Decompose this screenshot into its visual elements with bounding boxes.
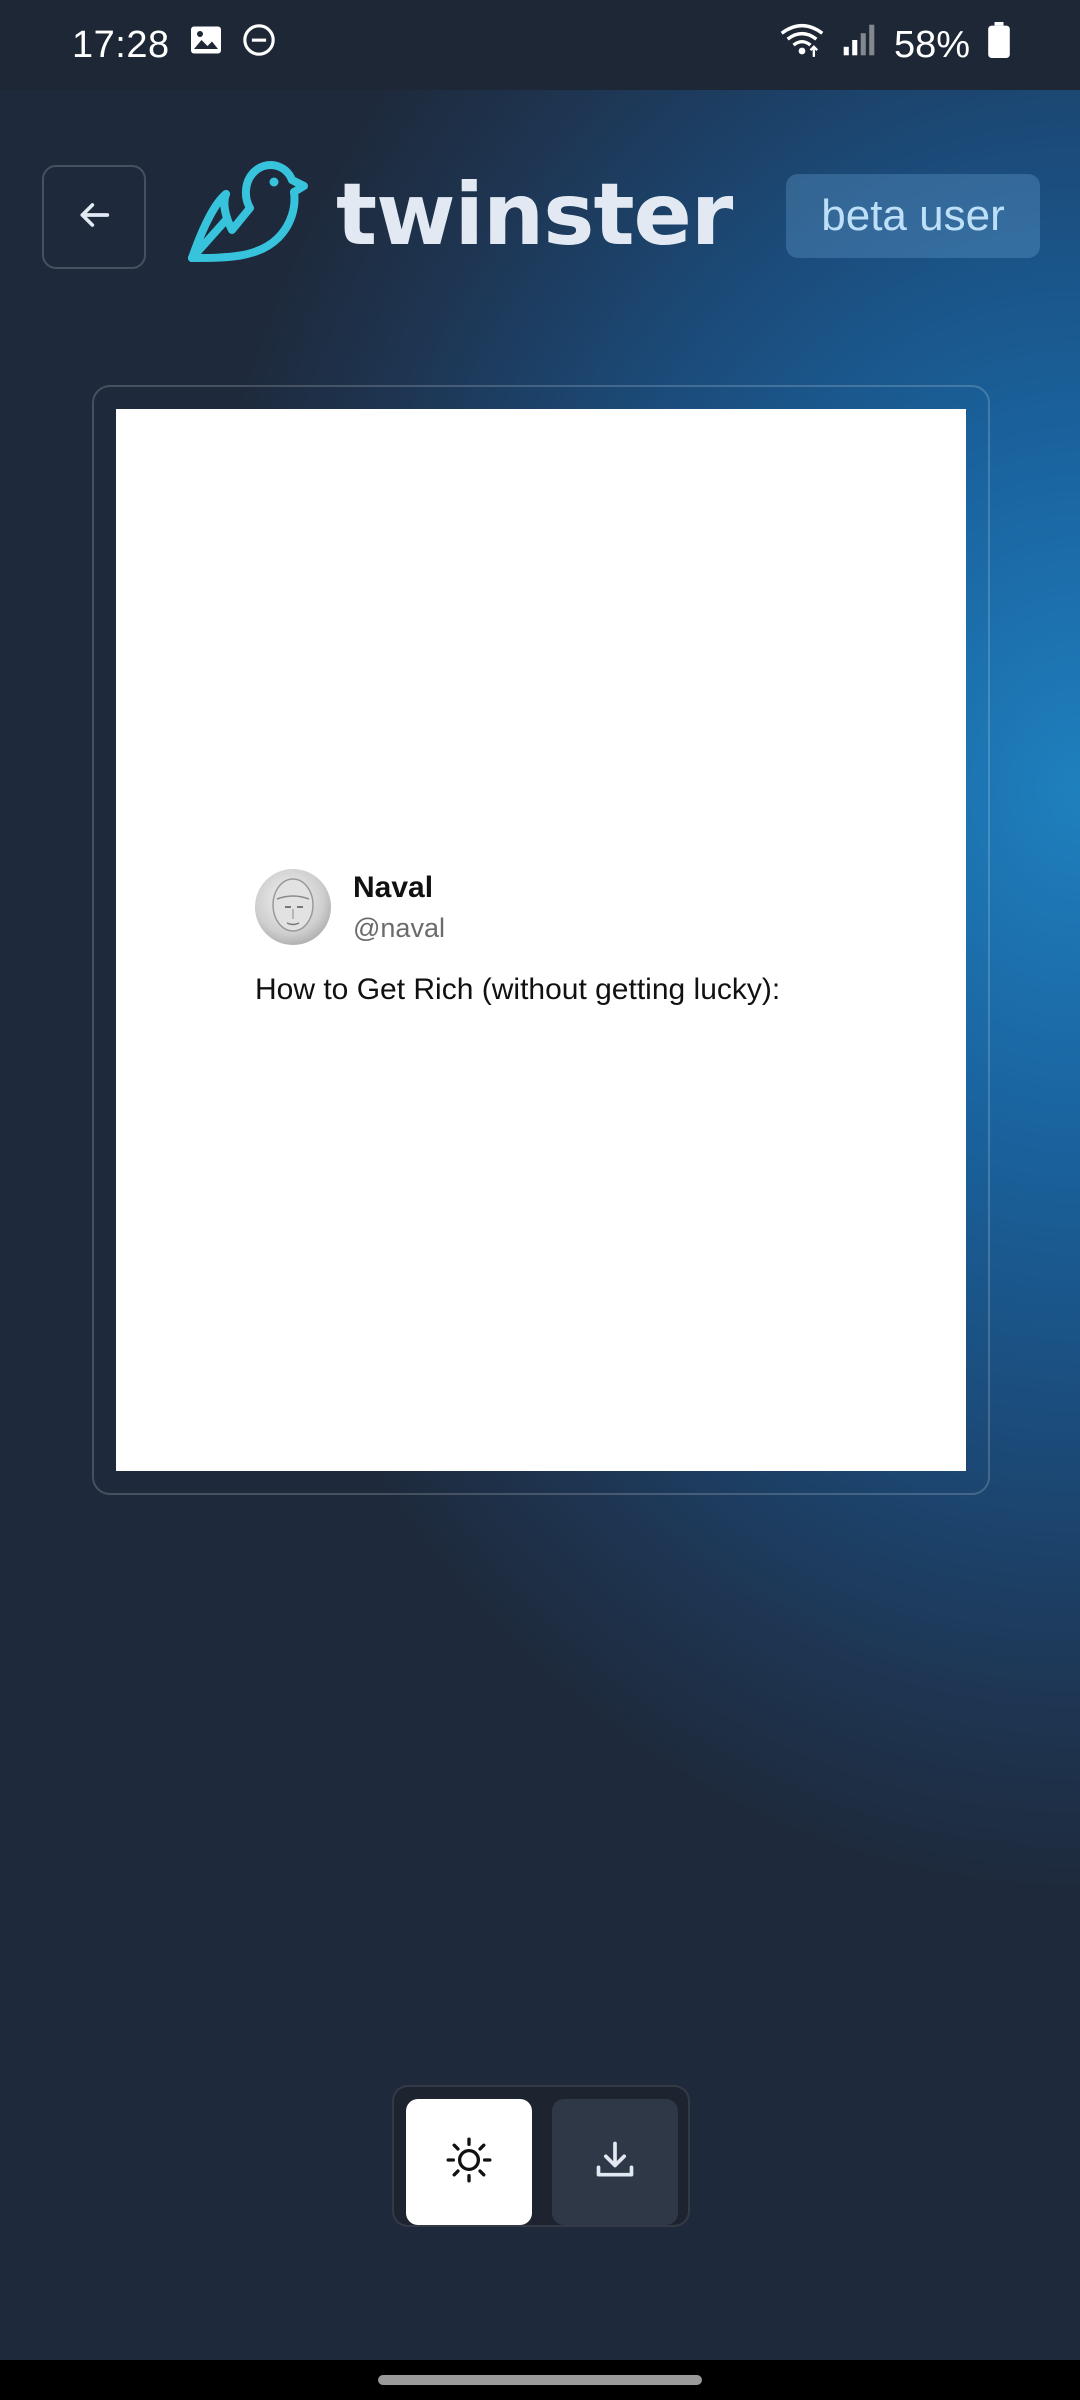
- preview-controls: [392, 2085, 690, 2227]
- author-name: Naval: [353, 870, 434, 904]
- wifi-icon: [780, 22, 824, 68]
- battery-percent: 58%: [893, 23, 970, 66]
- home-indicator[interactable]: [378, 2375, 702, 2385]
- status-time: 17:28: [72, 23, 170, 66]
- avatar: [255, 869, 331, 945]
- beta-user-badge[interactable]: beta user: [786, 174, 1040, 258]
- bird-icon: [186, 158, 310, 273]
- tweet-card: Naval @naval How to Get Rich (without ge…: [116, 409, 966, 1471]
- app-container: twinster beta user Naval @naval How to G…: [0, 90, 1080, 2360]
- tweet-header: Naval @naval: [255, 869, 895, 945]
- arrow-left-icon: [74, 195, 114, 240]
- system-navigation-bar: [0, 2360, 1080, 2400]
- tweet-text: How to Get Rich (without getting lucky):: [255, 973, 781, 1006]
- battery-icon: [988, 22, 1010, 68]
- back-button[interactable]: [42, 165, 146, 269]
- gallery-icon: [188, 22, 224, 68]
- signal-icon: [842, 23, 876, 67]
- tweet: Naval @naval How to Get Rich (without ge…: [255, 869, 895, 1007]
- app-name: twinster: [336, 165, 733, 265]
- theme-toggle-button[interactable]: [406, 2099, 532, 2225]
- status-bar: 17:28 58%: [0, 0, 1080, 90]
- download-button[interactable]: [552, 2099, 678, 2225]
- sun-icon: [444, 2135, 494, 2190]
- app-logo: twinster: [186, 158, 733, 273]
- tweet-author: Naval @naval: [353, 871, 445, 944]
- download-icon: [593, 2138, 637, 2187]
- author-handle: @naval: [353, 912, 445, 943]
- dnd-icon: [242, 23, 276, 67]
